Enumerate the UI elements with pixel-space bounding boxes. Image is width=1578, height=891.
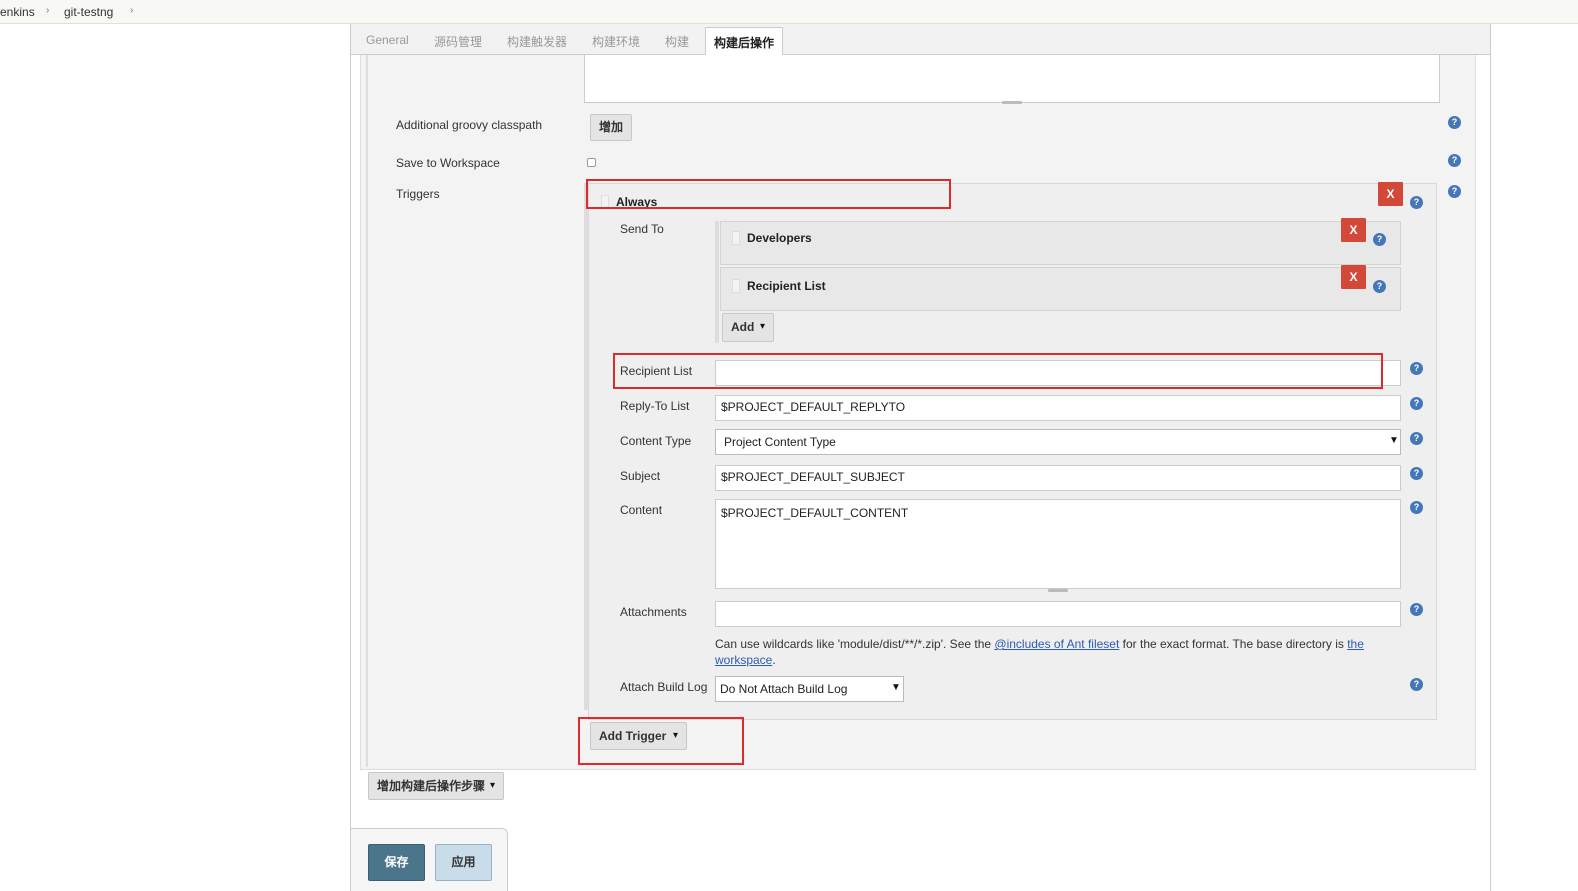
tab-build-triggers[interactable]: 构建触发器 xyxy=(507,33,567,50)
help-icon[interactable]: ? xyxy=(1410,397,1423,410)
recipient-developers-row xyxy=(720,221,1401,265)
recipient-name: Developers xyxy=(747,231,812,245)
content-type-label: Content Type xyxy=(620,434,692,448)
hint-text: . xyxy=(772,653,776,667)
drag-handle-icon[interactable] xyxy=(732,231,740,245)
highlight-box-recipient-list xyxy=(613,353,1383,389)
resize-grip-icon[interactable] xyxy=(1002,101,1022,104)
reply-to-label: Reply-To List xyxy=(620,399,690,413)
help-icon[interactable]: ? xyxy=(1373,280,1386,293)
attachments-hint: Can use wildcards like 'module/dist/**/*… xyxy=(715,636,1395,668)
resize-grip-icon[interactable] xyxy=(1048,589,1068,592)
tab-build-env[interactable]: 构建环境 xyxy=(592,33,640,50)
recipient-name: Recipient List xyxy=(747,279,826,293)
tab-build[interactable]: 构建 xyxy=(665,33,689,50)
content-label: Content xyxy=(620,503,663,517)
subject-label: Subject xyxy=(620,469,661,483)
content-type-select[interactable]: Project Content Type xyxy=(715,429,1401,455)
help-icon[interactable]: ? xyxy=(1448,154,1461,167)
delete-recipient-button[interactable]: X xyxy=(1341,265,1366,289)
tab-post-build[interactable]: 构建后操作 xyxy=(705,27,783,56)
hint-text: Can use wildcards like 'module/dist/**/*… xyxy=(715,637,995,651)
delete-trigger-button[interactable]: X xyxy=(1378,182,1403,206)
delete-recipient-button[interactable]: X xyxy=(1341,218,1366,242)
breadcrumb-item-project[interactable]: git-testng xyxy=(64,5,113,19)
add-post-build-step-label: 增加构建后操作步骤 xyxy=(377,779,486,793)
save-to-workspace-checkbox[interactable] xyxy=(587,158,596,167)
breadcrumb-separator-icon: › xyxy=(130,5,134,16)
save-to-workspace-label: Save to Workspace xyxy=(396,156,500,170)
trigger-indent-bar xyxy=(584,183,588,710)
highlight-box-add-trigger xyxy=(578,717,744,765)
select-caret-icon: ▼ xyxy=(891,682,901,693)
help-icon[interactable]: ? xyxy=(1410,362,1423,375)
help-icon[interactable]: ? xyxy=(1410,467,1423,480)
add-classpath-button[interactable]: 增加 xyxy=(590,114,632,141)
attachments-label: Attachments xyxy=(620,605,687,619)
save-button[interactable]: 保存 xyxy=(368,844,425,881)
help-icon[interactable]: ? xyxy=(1410,603,1423,616)
drag-handle-icon[interactable] xyxy=(732,279,740,293)
subject-input[interactable]: $PROJECT_DEFAULT_SUBJECT xyxy=(715,465,1401,491)
groovy-classpath-label: Additional groovy classpath xyxy=(396,118,543,132)
attachments-input[interactable] xyxy=(715,601,1401,627)
tab-general[interactable]: General xyxy=(366,33,409,47)
help-icon[interactable]: ? xyxy=(1410,196,1423,209)
reply-to-input[interactable]: $PROJECT_DEFAULT_REPLYTO xyxy=(715,395,1401,421)
content-textarea[interactable]: $PROJECT_DEFAULT_CONTENT xyxy=(715,499,1401,589)
help-icon[interactable]: ? xyxy=(1410,678,1423,691)
triggers-label: Triggers xyxy=(396,187,440,201)
send-to-label: Send To xyxy=(620,222,664,236)
help-icon[interactable]: ? xyxy=(1373,233,1386,246)
add-recipient-label: Add xyxy=(731,320,755,334)
tab-scm[interactable]: 源码管理 xyxy=(434,33,482,50)
help-icon[interactable]: ? xyxy=(1448,185,1461,198)
ant-fileset-link[interactable]: @includes of Ant fileset xyxy=(994,637,1119,651)
apply-button[interactable]: 应用 xyxy=(435,844,492,881)
workspace-link[interactable]: the xyxy=(1347,637,1364,651)
highlight-box-always xyxy=(586,179,951,209)
help-icon[interactable]: ? xyxy=(1410,432,1423,445)
add-post-build-step-button[interactable]: 增加构建后操作步骤 xyxy=(368,772,504,800)
section-indent-bar xyxy=(366,55,368,767)
script-textarea[interactable] xyxy=(584,55,1440,103)
attach-build-log-select[interactable]: Do Not Attach Build Log xyxy=(715,676,904,702)
help-icon[interactable]: ? xyxy=(1410,501,1423,514)
breadcrumb-bar xyxy=(0,0,1578,24)
help-icon[interactable]: ? xyxy=(1448,116,1461,129)
dropdown-caret-icon: ▾ xyxy=(490,780,496,791)
add-recipient-button[interactable]: Add xyxy=(722,313,774,342)
breadcrumb-separator-icon: › xyxy=(46,5,50,16)
select-caret-icon: ▼ xyxy=(1389,435,1399,446)
breadcrumb-item-jenkins[interactable]: enkins xyxy=(0,5,35,19)
workspace-link[interactable]: workspace xyxy=(715,653,772,667)
dropdown-caret-icon: ▾ xyxy=(760,321,766,332)
hint-text: for the exact format. The base directory… xyxy=(1119,637,1348,651)
attach-build-log-label: Attach Build Log xyxy=(620,680,708,694)
send-to-indent-bar xyxy=(715,221,719,343)
